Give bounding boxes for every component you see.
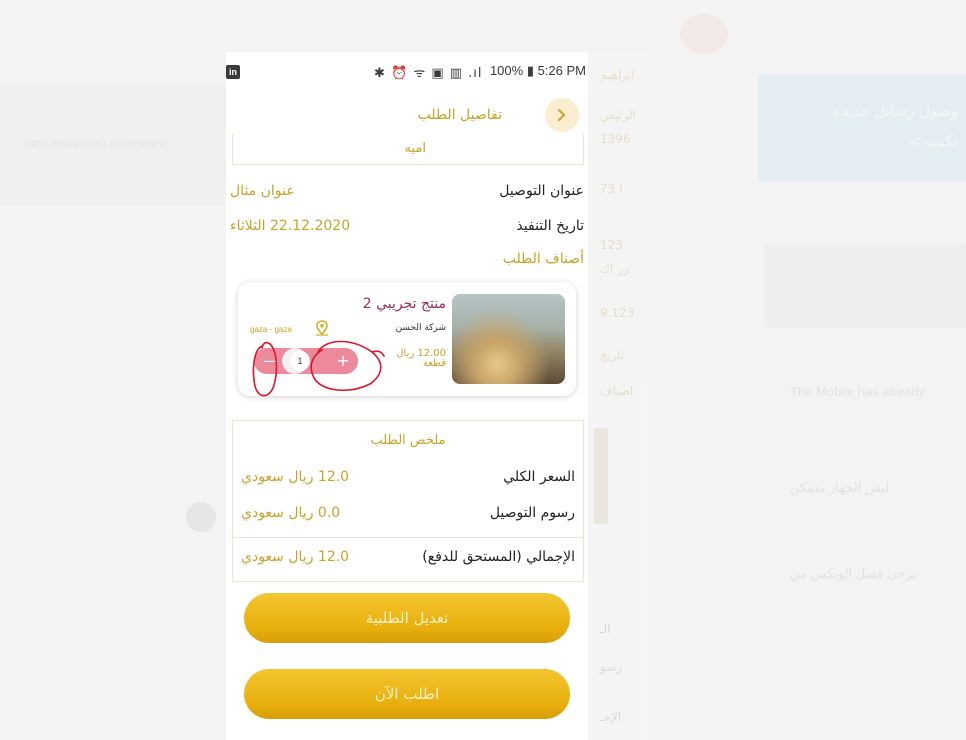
chevron-right-icon (558, 109, 566, 121)
summary-label-grand-total: الإجمالي (المستحق للدفع) (422, 549, 575, 565)
customer-name: اميه (404, 141, 426, 156)
address-value: عنوان مثال (230, 183, 295, 199)
date-label: تاريخ التنفيذ (516, 218, 584, 234)
background-image (594, 428, 608, 524)
page-title: تفاصيل الطلب (417, 107, 502, 123)
background-text: ابراهيم (600, 68, 635, 82)
order-items-link[interactable]: أصناف الطلب (503, 251, 584, 267)
background-banner: وصول رسائل جديدة < تكيب (758, 74, 966, 182)
background-text: 1396 (600, 132, 631, 146)
background-text: يرجى فصل الويكس من (790, 566, 917, 581)
product-name: منتج تجريبي 2 (362, 296, 446, 312)
background-link-text: http://dleel360.com/televi (24, 136, 168, 151)
status-battery-time: 100% ▮ 5:26 PM (489, 63, 586, 78)
background-text: 123 (600, 238, 623, 252)
linkedin-icon: in (226, 65, 240, 79)
background-avatar (680, 14, 728, 54)
background-text: الـ (600, 622, 611, 636)
product-price: 12.00 ريال قطعة (396, 349, 446, 369)
background-text: زر اك (600, 262, 629, 276)
product-company: شركة الحسن (395, 323, 446, 333)
background-banner-line: وصول رسائل جديدة (832, 102, 958, 120)
quantity-value: 1 (290, 351, 310, 371)
background-text: اصناف (600, 384, 634, 398)
product-card[interactable]: منتج تجريبي 2 شركة الحسن gaza - gaza 12.… (238, 282, 576, 396)
order-now-button[interactable]: اطلب الآن (244, 669, 570, 719)
price-unit: قطعة (422, 358, 446, 369)
background-banner-line: < تكيب (908, 132, 958, 150)
background-text: The Mobile has already (790, 384, 926, 399)
location-pin-icon (316, 320, 328, 336)
background-text: ليس الجهاز متمكن (790, 480, 890, 495)
background-middle-column (588, 50, 648, 740)
background-card (764, 244, 966, 328)
summary-value-grand-total: 12.0 ريال سعودي (241, 549, 350, 565)
background-text: الإجـ (600, 710, 622, 724)
product-location: gaza - gaza (250, 325, 292, 334)
date-value: 22.12.2020 الثلاثاء (230, 218, 351, 234)
product-image (452, 294, 565, 384)
increase-button[interactable]: + (330, 348, 356, 374)
order-summary: ملخص الطلب السعر الكلي 12.0 ريال سعودي ر… (232, 420, 584, 582)
decrease-button[interactable]: — (258, 348, 284, 374)
summary-value-total-price: 12.0 ريال سعودي (241, 469, 350, 485)
summary-divider (233, 537, 583, 538)
background-dot (186, 502, 216, 532)
phone-screen: in ✱ ⏰ ᯤ ▣ ▥ .ıl 100% ▮ 5:26 PM تفاصيل ا… (226, 52, 588, 740)
back-button[interactable] (545, 98, 579, 132)
background-text: الرئيس (600, 108, 636, 122)
background-text: تاريخ (600, 348, 624, 362)
edit-order-button[interactable]: تعديل الطلبية (244, 593, 570, 643)
status-bar: in ✱ ⏰ ᯤ ▣ ▥ .ıl 100% ▮ 5:26 PM (226, 52, 588, 90)
background-text: 73 ا (600, 182, 623, 196)
background-text: رسو (600, 660, 623, 674)
summary-value-delivery: 0.0 ريال سعودي (241, 505, 341, 521)
background-text: 9.123 (600, 306, 635, 320)
address-label: عنوان التوصيل (499, 183, 584, 199)
status-icons: ✱ ⏰ ᯤ ▣ ▥ .ıl (374, 66, 483, 81)
quantity-stepper: — 1 + (254, 348, 358, 374)
background-link-card (0, 86, 230, 206)
summary-title: ملخص الطلب (370, 433, 446, 448)
summary-label-delivery: رسوم التوصيل (489, 505, 575, 521)
summary-label-total-price: السعر الكلي (503, 469, 575, 485)
